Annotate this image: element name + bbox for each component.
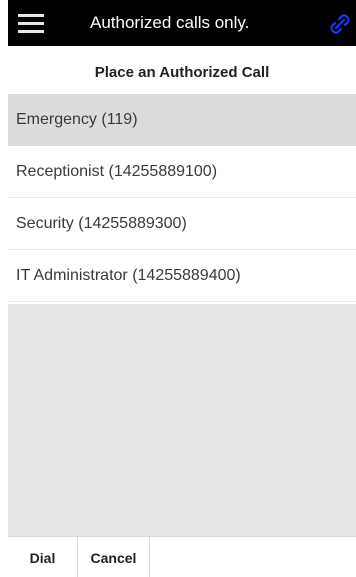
page-header: Place an Authorized Call [8,46,356,94]
list-item-label: Emergency (119) [16,110,138,128]
top-bar: Authorized calls only. [8,0,356,46]
list-item-label: Security (14255889300) [16,214,187,232]
list-item-receptionist[interactable]: Receptionist (14255889100) [8,146,356,198]
top-bar-title: Authorized calls only. [90,13,250,32]
contact-list: Emergency (119) Receptionist (1425588910… [8,94,356,302]
hamburger-menu-icon[interactable] [18,12,44,34]
page-title: Place an Authorized Call [94,64,270,81]
list-item-emergency[interactable]: Emergency (119) [8,94,356,146]
cancel-button[interactable]: Cancel [78,537,150,577]
list-item-security[interactable]: Security (14255889300) [8,198,356,250]
list-item-label: IT Administrator (14255889400) [16,266,241,284]
list-item-it-administrator[interactable]: IT Administrator (14255889400) [8,250,356,302]
app-screen: Authorized calls only. Place an Authoriz… [8,0,356,577]
empty-list-area [8,304,356,536]
dial-button[interactable]: Dial [8,537,78,577]
action-bar: Dial Cancel [8,536,356,577]
list-item-label: Receptionist (14255889100) [16,162,218,180]
link-icon [330,14,350,34]
